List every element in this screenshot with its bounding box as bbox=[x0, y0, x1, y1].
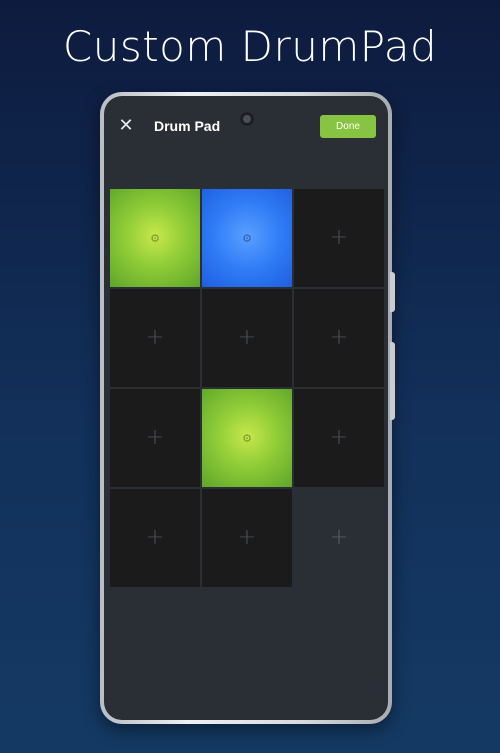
pad-3[interactable]: + bbox=[294, 189, 384, 287]
pad-8[interactable]: ⚙ bbox=[202, 389, 292, 487]
pad-6[interactable]: + bbox=[294, 289, 384, 387]
pad-12[interactable]: + bbox=[294, 489, 384, 587]
phone-frame: ✕ Drum Pad Done ⚙ ⚙ + + + + + ⚙ + + + + bbox=[100, 92, 392, 724]
pad-1[interactable]: ⚙ bbox=[110, 189, 200, 287]
plus-icon: + bbox=[237, 325, 257, 350]
plus-icon: + bbox=[329, 225, 349, 250]
pad-7[interactable]: + bbox=[110, 389, 200, 487]
plus-icon: + bbox=[329, 525, 349, 550]
screen-title: Drum Pad bbox=[154, 118, 221, 134]
phone-side-button-power bbox=[390, 272, 395, 312]
plus-icon: + bbox=[145, 425, 165, 450]
pad-grid: ⚙ ⚙ + + + + + ⚙ + + + + bbox=[110, 189, 384, 587]
pad-10[interactable]: + bbox=[110, 489, 200, 587]
done-button[interactable]: Done bbox=[320, 115, 376, 138]
app-screen: ✕ Drum Pad Done ⚙ ⚙ + + + + + ⚙ + + + + bbox=[104, 96, 388, 720]
pad-2[interactable]: ⚙ bbox=[202, 189, 292, 287]
plus-icon: + bbox=[329, 425, 349, 450]
plus-icon: + bbox=[145, 525, 165, 550]
pad-5[interactable]: + bbox=[202, 289, 292, 387]
pad-4[interactable]: + bbox=[110, 289, 200, 387]
gear-icon: ⚙ bbox=[242, 231, 252, 245]
close-icon[interactable]: ✕ bbox=[116, 115, 136, 135]
promo-title: Custom DrumPad bbox=[62, 22, 438, 71]
plus-icon: + bbox=[237, 525, 257, 550]
pad-11[interactable]: + bbox=[202, 489, 292, 587]
pad-9[interactable]: + bbox=[294, 389, 384, 487]
plus-icon: + bbox=[329, 325, 349, 350]
top-bar: ✕ Drum Pad Done bbox=[104, 96, 388, 162]
gear-icon: ⚙ bbox=[242, 431, 252, 445]
plus-icon: + bbox=[145, 325, 165, 350]
phone-side-button-volume bbox=[390, 342, 395, 420]
gear-icon: ⚙ bbox=[150, 231, 160, 245]
